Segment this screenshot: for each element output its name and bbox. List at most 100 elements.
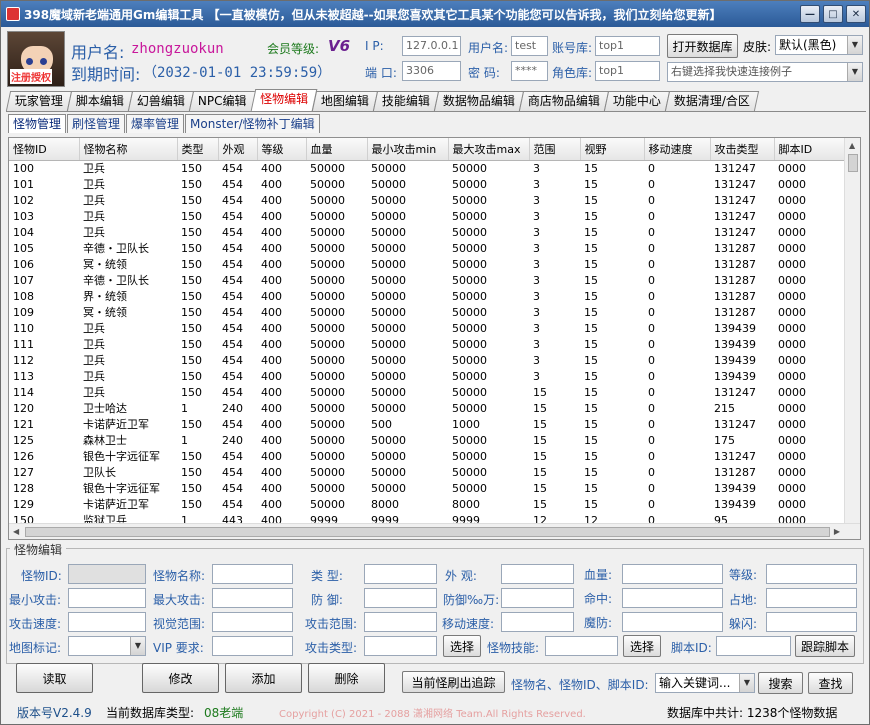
- monster-skill-input[interactable]: [545, 636, 618, 656]
- table-row[interactable]: 113 卫兵 150 454 400 50000 50000 50000 3 15 0 139439 0…: [9, 369, 846, 385]
- table-row[interactable]: 104 卫兵 150 454 400 50000 50000 50000 3 15 0 131247 0…: [9, 225, 846, 241]
- tab-9[interactable]: 商店物品编辑: [518, 91, 609, 111]
- column-header[interactable]: 等级: [257, 138, 307, 161]
- table-row[interactable]: 128 银色十字远征军 150 454 400 50000 50000 50000 15 15 0 1…: [9, 481, 846, 497]
- hit-input[interactable]: [622, 588, 723, 608]
- modify-button[interactable]: 修改: [142, 663, 219, 693]
- table-row[interactable]: 127 卫队长 150 454 400 50000 50000 50000 15 15 0 13128…: [9, 465, 846, 481]
- attack-type-input[interactable]: [364, 636, 437, 656]
- trace-spawn-button[interactable]: 当前怪刷出追踪: [402, 671, 505, 693]
- column-header[interactable]: 最大攻击max: [448, 138, 530, 161]
- hp-input[interactable]: [622, 564, 723, 584]
- dodge-input[interactable]: [766, 612, 857, 632]
- table-row[interactable]: 102 卫兵 150 454 400 50000 50000 50000 3 15 0 131247 0…: [9, 193, 846, 209]
- table-row[interactable]: 107 辛德・卫队长 150 454 400 50000 50000 50000 3 15 0 131…: [9, 273, 846, 289]
- sub-tab-4[interactable]: Monster/怪物补丁编辑: [185, 114, 320, 133]
- look-input[interactable]: [501, 564, 574, 584]
- attack-speed-input[interactable]: [68, 612, 146, 632]
- size-input[interactable]: [766, 588, 857, 608]
- delete-button[interactable]: 删除: [308, 663, 385, 693]
- tab-11[interactable]: 数据清理/合区: [664, 91, 759, 111]
- table-row[interactable]: 126 银色十字远征军 150 454 400 50000 50000 50000 15 15 0 1…: [9, 449, 846, 465]
- table-row[interactable]: 121 卡诺萨近卫军 150 454 400 50000 500 1000 15 15 0 13124…: [9, 417, 846, 433]
- chevron-down-icon[interactable]: ▼: [847, 36, 862, 54]
- table-row[interactable]: 110 卫兵 150 454 400 50000 50000 50000 3 15 0 139439 0…: [9, 321, 846, 337]
- chevron-down-icon[interactable]: ▼: [130, 637, 145, 655]
- scroll-thumb[interactable]: [848, 154, 858, 172]
- table-row[interactable]: 112 卫兵 150 454 400 50000 50000 50000 3 15 0 139439 0…: [9, 353, 846, 369]
- port-input[interactable]: 3306: [402, 61, 461, 81]
- magic-defense-input[interactable]: [622, 612, 723, 632]
- tab-7[interactable]: 技能编辑: [372, 91, 439, 111]
- quick-connect-select[interactable]: 右键选择我快速连接例子 ▼: [667, 62, 863, 82]
- column-header[interactable]: 怪物名称: [79, 138, 178, 161]
- view-range-input[interactable]: [212, 612, 293, 632]
- title-bar[interactable]: 398魔域新老端通用Gm编辑工具 【一直被模仿，但从未被超越--如果您喜欢其它工…: [1, 1, 869, 27]
- table-row[interactable]: 106 冥・统领 150 454 400 50000 50000 50000 3 15 0 13128…: [9, 257, 846, 273]
- table-row[interactable]: 111 卫兵 150 454 400 50000 50000 50000 3 15 0 139439 0…: [9, 337, 846, 353]
- monster-id-input[interactable]: [68, 564, 146, 584]
- scroll-up-icon[interactable]: ▲: [849, 141, 855, 150]
- monster-name-input[interactable]: [212, 564, 293, 584]
- monster-table[interactable]: 怪物ID 怪物名称 类型 外观 等级 血量 最小攻击min 最大攻击max 范围 视野 移动速度 攻击…: [8, 137, 861, 540]
- column-header[interactable]: 血量: [306, 138, 368, 161]
- column-header[interactable]: 怪物ID: [9, 138, 80, 161]
- table-row[interactable]: 108 界・统领 150 454 400 50000 50000 50000 3 15 0 13128…: [9, 289, 846, 305]
- type-input[interactable]: [364, 564, 437, 584]
- close-button[interactable]: ✕: [846, 5, 866, 23]
- read-button[interactable]: 读取: [16, 663, 93, 693]
- scroll-right-icon[interactable]: ▶: [834, 527, 840, 536]
- table-row[interactable]: 114 卫兵 150 454 400 50000 50000 50000 15 15 0 131247…: [9, 385, 846, 401]
- maximize-button[interactable]: □: [823, 5, 843, 23]
- tab-3[interactable]: 幻兽编辑: [127, 91, 195, 111]
- scroll-left-icon[interactable]: ◀: [13, 527, 19, 536]
- table-row[interactable]: 103 卫兵 150 454 400 50000 50000 50000 3 15 0 131247 0…: [9, 209, 846, 225]
- attack-range-input[interactable]: [364, 612, 437, 632]
- add-button[interactable]: 添加: [225, 663, 302, 693]
- ip-input[interactable]: 127.0.0.1: [402, 36, 461, 56]
- table-row[interactable]: 120 卫士哈达 1 240 400 50000 50000 50000 15 15 0 215 000…: [9, 401, 846, 417]
- scroll-thumb[interactable]: [25, 527, 830, 537]
- table-row[interactable]: 100 卫兵 150 454 400 50000 50000 50000 3 15 0 131247 0…: [9, 160, 846, 177]
- column-header[interactable]: 类型: [177, 138, 219, 161]
- script-id-input[interactable]: [716, 636, 791, 656]
- table-row[interactable]: 125 森林卫士 1 240 400 50000 50000 50000 15 15 0 175 000…: [9, 433, 846, 449]
- keyword-input[interactable]: 输入关键词... ▼: [655, 673, 755, 693]
- tab-5[interactable]: 怪物编辑: [250, 89, 317, 111]
- open-database-button[interactable]: 打开数据库: [667, 34, 738, 58]
- column-header[interactable]: 范围: [529, 138, 581, 161]
- chevron-down-icon[interactable]: ▼: [847, 63, 862, 81]
- sub-tab-3[interactable]: 爆率管理: [126, 114, 185, 133]
- tab-2[interactable]: 脚本编辑: [66, 91, 134, 111]
- column-header[interactable]: 攻击类型: [710, 138, 775, 161]
- min-attack-input[interactable]: [68, 588, 146, 608]
- max-attack-input[interactable]: [212, 588, 293, 608]
- db-user-input[interactable]: test: [511, 36, 548, 56]
- select-skill-button[interactable]: 选择: [623, 635, 661, 657]
- select-attack-type-button[interactable]: 选择: [443, 635, 481, 657]
- column-header[interactable]: 最小攻击min: [367, 138, 449, 161]
- horizontal-scrollbar[interactable]: ◀ ▶: [9, 523, 860, 539]
- defense-input[interactable]: [364, 588, 437, 608]
- table-row[interactable]: 109 冥・统领 150 454 400 50000 50000 50000 3 15 0 13128…: [9, 305, 846, 321]
- tab-6[interactable]: 地图编辑: [311, 91, 378, 111]
- table-row[interactable]: 129 卡诺萨近卫军 150 454 400 50000 8000 8000 15 15 0 1394…: [9, 497, 846, 513]
- defense-pct-input[interactable]: [501, 588, 574, 608]
- tab-10[interactable]: 功能中心: [603, 91, 670, 111]
- tab-4[interactable]: NPC编辑: [188, 91, 256, 111]
- level-input[interactable]: [766, 564, 857, 584]
- search-button[interactable]: 搜索: [758, 672, 803, 694]
- account-db-input[interactable]: top1: [595, 36, 660, 56]
- column-header[interactable]: 脚本ID: [774, 138, 847, 161]
- move-speed-input[interactable]: [501, 612, 574, 632]
- column-header[interactable]: 移动速度: [644, 138, 711, 161]
- column-header[interactable]: 视野: [580, 138, 645, 161]
- map-tag-select[interactable]: ▼: [68, 636, 146, 656]
- table-row[interactable]: 101 卫兵 150 454 400 50000 50000 50000 3 15 0 131247 0…: [9, 177, 846, 193]
- tab-8[interactable]: 数据物品编辑: [433, 91, 524, 111]
- db-password-input[interactable]: ****: [511, 61, 548, 81]
- sub-tab-2[interactable]: 刷怪管理: [67, 114, 126, 133]
- find-button[interactable]: 查找: [808, 672, 853, 694]
- tab-1[interactable]: 玩家管理: [5, 91, 73, 111]
- table-row[interactable]: 105 辛德・卫队长 150 454 400 50000 50000 50000 3 15 0 131…: [9, 241, 846, 257]
